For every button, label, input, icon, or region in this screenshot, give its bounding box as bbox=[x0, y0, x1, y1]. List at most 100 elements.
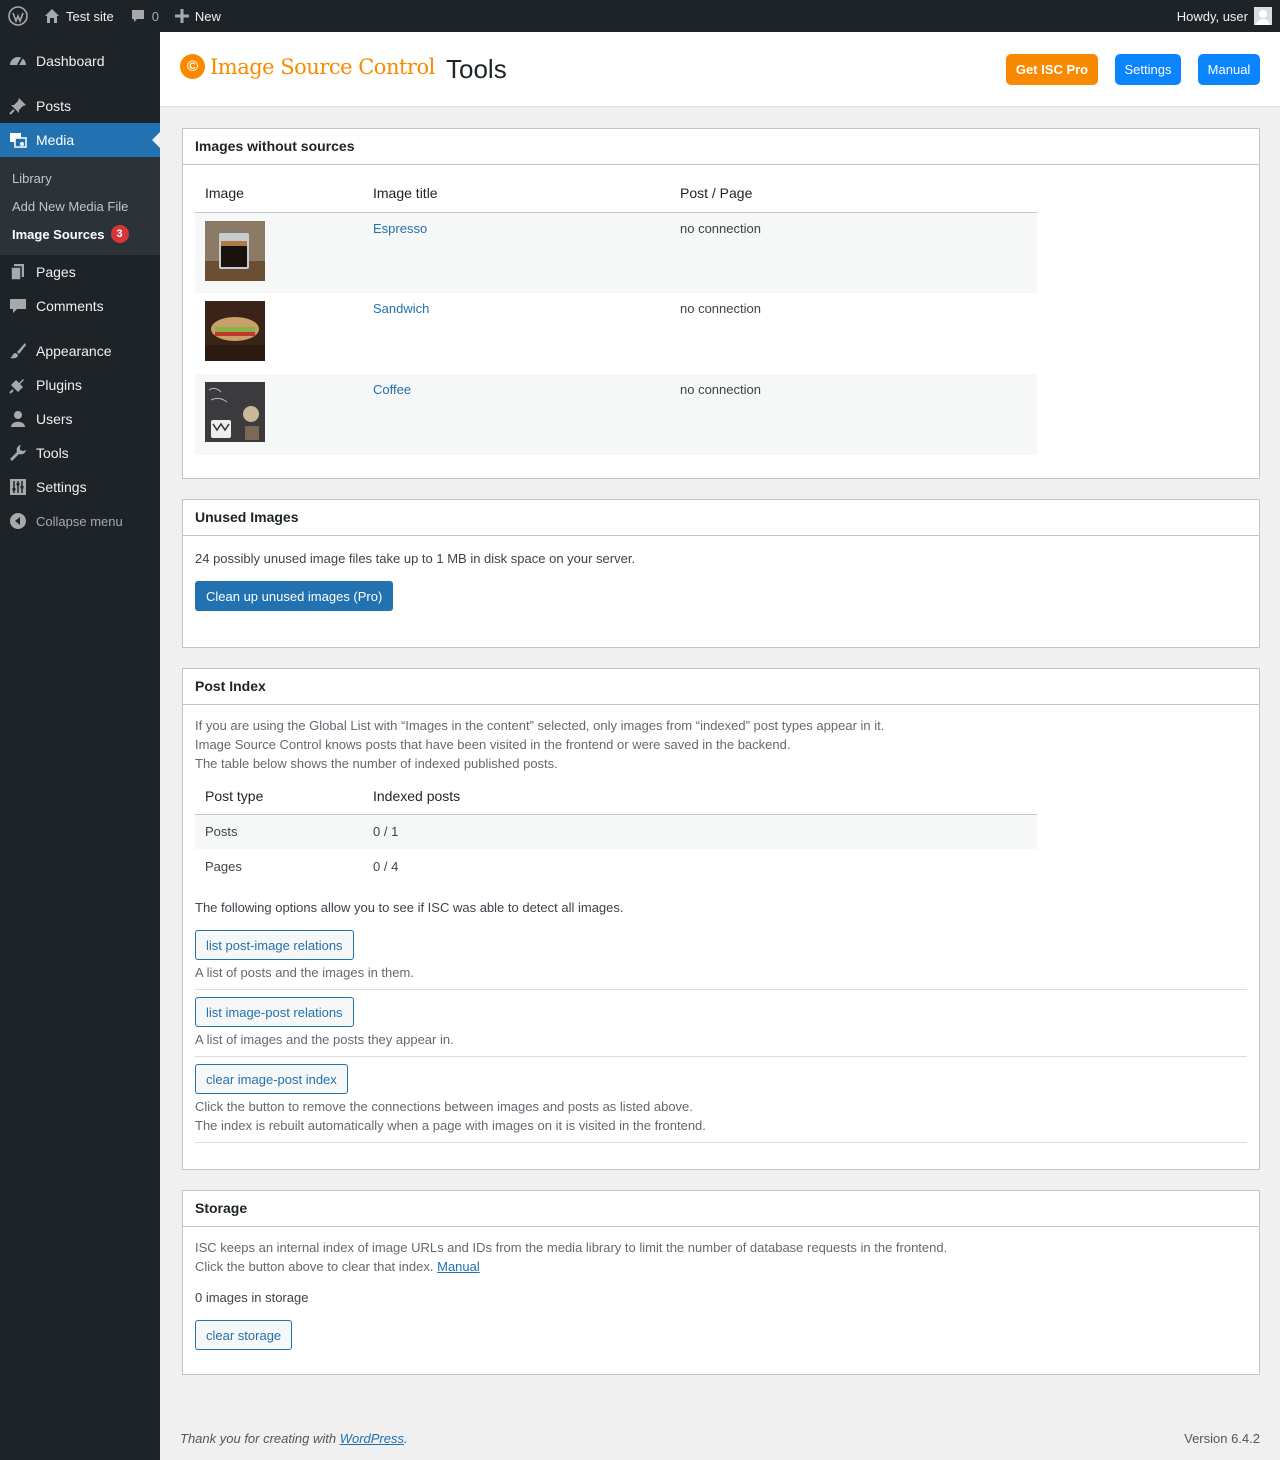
update-count-badge: 3 bbox=[110, 225, 129, 243]
intro-line: The table below shows the number of inde… bbox=[195, 756, 558, 771]
submenu-image-sources[interactable]: Image Sources 3 bbox=[0, 220, 160, 248]
unused-images-text: 24 possibly unused image files take up t… bbox=[195, 551, 636, 566]
footer-thanks: Thank you for creating with WordPress. bbox=[180, 1431, 408, 1446]
submenu-label: Add New Media File bbox=[12, 198, 129, 214]
unused-images-panel: Unused Images 24 possibly unused image f… bbox=[182, 499, 1260, 648]
sidebar-item-label: Comments bbox=[36, 298, 104, 314]
post-page-cell: no connection bbox=[670, 212, 1037, 293]
list-post-image-relations-button[interactable]: list post-image relations bbox=[195, 930, 354, 960]
sidebar-item-dashboard[interactable]: Dashboard bbox=[0, 44, 160, 78]
comments-count: 0 bbox=[151, 8, 159, 24]
desc-text: Click the button above to clear that ind… bbox=[195, 1259, 434, 1274]
submenu-library[interactable]: Library bbox=[0, 164, 160, 192]
settings-button[interactable]: Settings bbox=[1115, 54, 1181, 85]
images-without-sources-panel: Images without sources Image Image title… bbox=[182, 128, 1260, 479]
isc-logo: © Image Source Control bbox=[180, 54, 435, 79]
panel-title: Unused Images bbox=[183, 500, 1259, 536]
wordpress-logo-icon[interactable] bbox=[0, 0, 36, 32]
clear-index-desc: Click the button to remove the connectio… bbox=[195, 1097, 1247, 1135]
sidebar-item-pages[interactable]: Pages bbox=[0, 255, 160, 289]
my-account-link[interactable]: Howdy, user bbox=[1169, 0, 1280, 32]
pin-icon bbox=[8, 96, 28, 116]
footer: Thank you for creating with WordPress. V… bbox=[180, 1431, 1260, 1446]
post-index-table: Post type Indexed posts Posts 0 / 1 Page… bbox=[195, 778, 1037, 884]
panel-title: Storage bbox=[183, 1191, 1259, 1227]
post-page-cell: no connection bbox=[670, 374, 1037, 455]
desc-line: The index is rebuilt automatically when … bbox=[195, 1118, 706, 1133]
new-content-link[interactable]: New bbox=[167, 0, 229, 32]
manual-link[interactable]: Manual bbox=[437, 1259, 480, 1274]
sidebar-item-media[interactable]: Media bbox=[0, 123, 160, 157]
pages-icon bbox=[8, 262, 28, 282]
wordpress-link[interactable]: WordPress bbox=[340, 1431, 404, 1446]
collapse-menu-button[interactable]: Collapse menu bbox=[0, 504, 160, 538]
divider bbox=[195, 989, 1247, 990]
indexed-count-cell: 0 / 1 bbox=[363, 814, 1037, 849]
table-row: Pages 0 / 4 bbox=[195, 849, 1037, 884]
site-name-link[interactable]: Test site bbox=[36, 0, 122, 32]
sandwich-thumbnail[interactable] bbox=[205, 301, 265, 361]
image-title-link[interactable]: Coffee bbox=[373, 382, 411, 397]
column-header: Image bbox=[195, 174, 363, 213]
comments-icon bbox=[8, 296, 28, 316]
site-name: Test site bbox=[66, 8, 114, 24]
panel-title: Images without sources bbox=[183, 129, 1259, 165]
get-isc-pro-button[interactable]: Get ISC Pro bbox=[1006, 54, 1098, 85]
version-text: Version 6.4.2 bbox=[1184, 1431, 1260, 1446]
plus-icon bbox=[174, 9, 189, 23]
clear-storage-button[interactable]: clear storage bbox=[195, 1320, 293, 1350]
divider bbox=[195, 1056, 1247, 1057]
sidebar-item-posts[interactable]: Posts bbox=[0, 89, 160, 123]
sidebar-item-label: Plugins bbox=[36, 377, 82, 393]
sidebar-item-plugins[interactable]: Plugins bbox=[0, 368, 160, 402]
column-header: Image title bbox=[363, 174, 670, 213]
clean-up-unused-images-button[interactable]: Clean up unused images (Pro) bbox=[195, 581, 394, 611]
sidebar-item-label: Users bbox=[36, 411, 73, 427]
storage-panel: Storage ISC keeps an internal index of i… bbox=[182, 1190, 1260, 1375]
manual-button[interactable]: Manual bbox=[1198, 54, 1260, 85]
sidebar-item-tools[interactable]: Tools bbox=[0, 436, 160, 470]
post-page-cell: no connection bbox=[680, 301, 761, 316]
post-image-relations-desc: A list of posts and the images in them. bbox=[195, 965, 414, 980]
wrench-icon bbox=[8, 443, 28, 463]
post-index-panel: Post Index If you are using the Global L… bbox=[182, 668, 1260, 1170]
desc-line: ISC keeps an internal index of image URL… bbox=[195, 1240, 948, 1255]
sidebar-item-comments[interactable]: Comments bbox=[0, 289, 160, 323]
home-icon bbox=[44, 8, 60, 24]
table-row: Sandwich no connection bbox=[195, 293, 1037, 374]
desc-line: Click the button above to clear that ind… bbox=[195, 1257, 1247, 1276]
post-type-cell: Pages bbox=[205, 859, 242, 874]
post-index-intro: If you are using the Global List with “I… bbox=[195, 716, 1247, 773]
copyright-logo-icon: © bbox=[180, 54, 205, 79]
sidebar-item-label: Appearance bbox=[36, 343, 112, 359]
options-text: The following options allow you to see i… bbox=[195, 900, 624, 915]
comment-bubble-icon bbox=[130, 8, 146, 24]
sidebar-item-appearance[interactable]: Appearance bbox=[0, 334, 160, 368]
sidebar-item-label: Pages bbox=[36, 264, 76, 280]
image-title-link[interactable]: Sandwich bbox=[373, 301, 429, 316]
image-title-link[interactable]: Espresso bbox=[373, 221, 427, 236]
list-image-post-relations-button[interactable]: list image-post relations bbox=[195, 997, 354, 1027]
page-title: Tools bbox=[446, 54, 507, 84]
sidebar-item-users[interactable]: Users bbox=[0, 402, 160, 436]
clear-image-post-index-button[interactable]: clear image-post index bbox=[195, 1064, 348, 1094]
image-post-relations-desc: A list of images and the posts they appe… bbox=[195, 1032, 454, 1047]
isc-header: © Image Source Control Tools Get ISC Pro… bbox=[160, 32, 1280, 107]
storage-count: 0 images in storage bbox=[195, 1290, 309, 1305]
footer-thanks-text: Thank you for creating with bbox=[180, 1431, 337, 1446]
sidebar-item-settings[interactable]: Settings bbox=[0, 470, 160, 504]
coffee-thumbnail[interactable] bbox=[205, 382, 265, 442]
collapse-menu-label: Collapse menu bbox=[36, 513, 123, 529]
column-header: Indexed posts bbox=[363, 778, 1037, 815]
dashboard-icon bbox=[8, 51, 28, 71]
submenu-label: Library bbox=[12, 170, 52, 186]
intro-line: Image Source Control knows posts that ha… bbox=[195, 737, 791, 752]
new-label: New bbox=[194, 8, 221, 24]
sidebar-item-label: Posts bbox=[36, 98, 72, 114]
indexed-count-cell: 0 / 4 bbox=[373, 859, 399, 874]
comments-link[interactable]: 0 bbox=[122, 0, 167, 32]
table-row: Espresso no connection bbox=[195, 212, 1037, 293]
intro-line: If you are using the Global List with “I… bbox=[195, 718, 885, 733]
submenu-add-new-media[interactable]: Add New Media File bbox=[0, 192, 160, 220]
espresso-thumbnail[interactable] bbox=[205, 220, 265, 281]
